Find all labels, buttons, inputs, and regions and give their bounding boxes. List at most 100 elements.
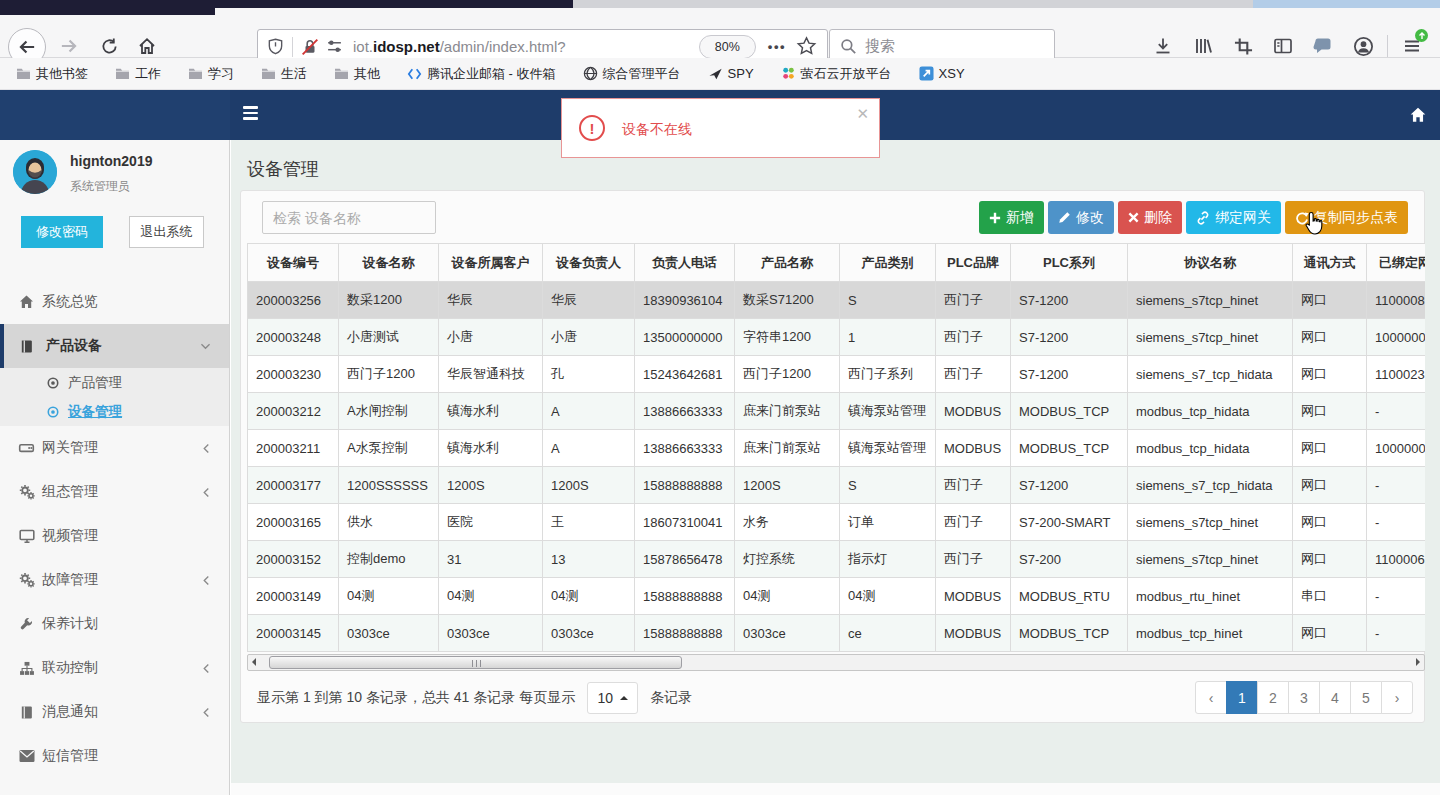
table-cell: 1200S bbox=[735, 467, 840, 504]
table-cell: 200003211 bbox=[248, 430, 339, 467]
change-password-button[interactable]: 修改密码 bbox=[21, 216, 103, 248]
sidebar-subitem-设备管理[interactable]: 设备管理 bbox=[0, 397, 229, 426]
bookmark-item[interactable]: 萤石云开放平台 bbox=[781, 65, 892, 83]
page-bottom-strip bbox=[231, 783, 1440, 795]
table-cell: - bbox=[1367, 578, 1426, 615]
column-header: 设备编号 bbox=[248, 244, 339, 282]
header-home-icon[interactable] bbox=[1409, 106, 1427, 124]
device-search-input[interactable] bbox=[262, 201, 436, 234]
bookmark-item[interactable]: 腾讯企业邮箱 - 收件箱 bbox=[407, 65, 556, 83]
permissions-icon[interactable] bbox=[326, 38, 343, 55]
scroll-left-arrow[interactable] bbox=[252, 658, 256, 666]
bookmark-label: SPY bbox=[728, 66, 754, 81]
table-row[interactable]: 200003248小唐测试小唐小唐13500000000字符串12001西门子S… bbox=[248, 319, 1426, 356]
table-row[interactable]: 20000314904测04测04测1588888888804测04测MODBU… bbox=[248, 578, 1426, 615]
sidebar-item-系统总览[interactable]: 系统总览 bbox=[0, 280, 229, 324]
sidebar-item-label: 联动控制 bbox=[42, 659, 98, 677]
page-button-2[interactable]: 2 bbox=[1257, 681, 1289, 714]
logout-button[interactable]: 退出系统 bbox=[129, 216, 204, 248]
horizontal-scrollbar[interactable] bbox=[247, 654, 1425, 671]
sidebar-item-故障管理[interactable]: 故障管理 bbox=[0, 558, 229, 602]
bookmark-label: 其他书签 bbox=[36, 65, 88, 83]
sidebar-item-保养计划[interactable]: 保养计划 bbox=[0, 602, 229, 646]
page-button-4[interactable]: 4 bbox=[1319, 681, 1351, 714]
toolbar-button-删除[interactable]: 删除 bbox=[1118, 201, 1182, 234]
page-size-select[interactable]: 10 bbox=[587, 682, 638, 714]
sidebar-item-视频管理[interactable]: 视频管理 bbox=[0, 514, 229, 558]
table-cell: siemens_s7_tcp_hidata bbox=[1128, 356, 1293, 393]
table-row[interactable]: 200003152控制demo311315878656478灯控系统指示灯西门子… bbox=[248, 541, 1426, 578]
sidebar-item-联动控制[interactable]: 联动控制 bbox=[0, 646, 229, 690]
bookmark-item[interactable]: SPY bbox=[708, 66, 754, 81]
page-button-1[interactable]: 1 bbox=[1226, 681, 1258, 714]
chevron-left-icon bbox=[202, 663, 211, 674]
bookmark-item[interactable]: 其他书签 bbox=[16, 65, 88, 83]
toolbar-button-修改[interactable]: 修改 bbox=[1048, 201, 1114, 234]
alert-close-icon[interactable]: ✕ bbox=[856, 105, 869, 123]
table-cell: 西门子 bbox=[936, 282, 1011, 319]
table-cell: 1100006 bbox=[1367, 541, 1426, 578]
bookmark-item[interactable]: 综合管理平台 bbox=[583, 65, 681, 83]
scroll-right-arrow[interactable] bbox=[1416, 658, 1420, 666]
table-row[interactable]: 200003256数采1200华辰华辰18390936104数采S71200S西… bbox=[248, 282, 1426, 319]
sidebar-item-label: 视频管理 bbox=[42, 527, 98, 545]
table-cell: modbus_tcp_hinet bbox=[1128, 615, 1293, 652]
page-button-3[interactable]: 3 bbox=[1288, 681, 1320, 714]
active-tab-edge bbox=[0, 0, 215, 15]
toolbar-button-绑定网关[interactable]: 绑定网关 bbox=[1186, 201, 1281, 234]
sidebar-item-label: 系统总览 bbox=[42, 293, 98, 311]
sidebar-collapse-button[interactable] bbox=[243, 104, 267, 126]
bookmark-item[interactable]: 生活 bbox=[261, 65, 307, 83]
cogs-icon bbox=[18, 484, 35, 501]
scrollbar-thumb[interactable] bbox=[269, 656, 682, 669]
table-cell: 13500000000 bbox=[635, 319, 735, 356]
table-cell: - bbox=[1367, 467, 1426, 504]
table-cell: 31 bbox=[439, 541, 543, 578]
table-row[interactable]: 2000031771200SSSSSS1200S1200S15888888888… bbox=[248, 467, 1426, 504]
table-cell: modbus_tcp_hidata bbox=[1128, 430, 1293, 467]
table-cell: MODBUS bbox=[936, 430, 1011, 467]
device-table: 设备编号设备名称设备所属客户设备负责人负责人电话产品名称产品类别PLC品牌PLC… bbox=[247, 243, 1425, 652]
table-cell: 医院 bbox=[439, 504, 543, 541]
alert-icon: ! bbox=[579, 115, 605, 141]
sidebar-item-短信管理[interactable]: 短信管理 bbox=[0, 734, 229, 778]
shield-icon[interactable] bbox=[267, 38, 284, 55]
page-button-5[interactable]: 5 bbox=[1350, 681, 1382, 714]
sidebar-item-label: 网关管理 bbox=[42, 439, 98, 457]
table-cell: 网口 bbox=[1293, 615, 1367, 652]
page-button-‹[interactable]: ‹ bbox=[1195, 681, 1227, 714]
bookmark-item[interactable]: 其他 bbox=[334, 65, 380, 83]
page-actions-icon[interactable]: ••• bbox=[768, 39, 786, 54]
sidebar-item-产品设备[interactable]: 产品设备 bbox=[0, 324, 229, 368]
toolbar-button-新增[interactable]: 新增 bbox=[979, 201, 1044, 234]
bookmark-star-icon[interactable] bbox=[796, 36, 817, 57]
table-cell: 0303ce bbox=[543, 615, 635, 652]
column-header: PLC品牌 bbox=[936, 244, 1011, 282]
column-header: PLC系列 bbox=[1011, 244, 1128, 282]
monitor-icon bbox=[18, 528, 35, 545]
bookmark-item[interactable]: 工作 bbox=[115, 65, 161, 83]
avatar[interactable] bbox=[13, 150, 57, 194]
table-cell: siemens_s7_tcp_hidata bbox=[1128, 467, 1293, 504]
user-name: hignton2019 bbox=[70, 153, 152, 169]
bookmark-item[interactable]: XSY bbox=[919, 66, 965, 81]
page-button-›[interactable]: › bbox=[1381, 681, 1413, 714]
sidebar-item-网关管理[interactable]: 网关管理 bbox=[0, 426, 229, 470]
table-row[interactable]: 2000031450303ce0303ce0303ce1588888888803… bbox=[248, 615, 1426, 652]
zoom-level-badge[interactable]: 80% bbox=[699, 35, 756, 59]
insecure-lock-icon[interactable] bbox=[301, 38, 319, 56]
sidebar-item-组态管理[interactable]: 组态管理 bbox=[0, 470, 229, 514]
table-row[interactable]: 200003212A水闸控制镇海水利A13886663333庶来门前泵站镇海泵站… bbox=[248, 393, 1426, 430]
table-row[interactable]: 200003165供水医院王18607310041水务订单西门子S7-200-S… bbox=[248, 504, 1426, 541]
toolbar-button-label: 新增 bbox=[1006, 209, 1034, 227]
table-cell: 网口 bbox=[1293, 319, 1367, 356]
bookmark-label: 其他 bbox=[354, 65, 380, 83]
bookmark-item[interactable]: 学习 bbox=[188, 65, 234, 83]
sidebar-item-消息通知[interactable]: 消息通知 bbox=[0, 690, 229, 734]
table-row[interactable]: 200003211A水泵控制镇海水利A13886663333庶来门前泵站镇海泵站… bbox=[248, 430, 1426, 467]
table-cell: 200003165 bbox=[248, 504, 339, 541]
table-cell: S7-1200 bbox=[1011, 356, 1128, 393]
table-row[interactable]: 200003230西门子1200华辰智通科技孔15243642681西门子120… bbox=[248, 356, 1426, 393]
sidebar-subitem-产品管理[interactable]: 产品管理 bbox=[0, 368, 229, 397]
table-cell: 镇海水利 bbox=[439, 393, 543, 430]
